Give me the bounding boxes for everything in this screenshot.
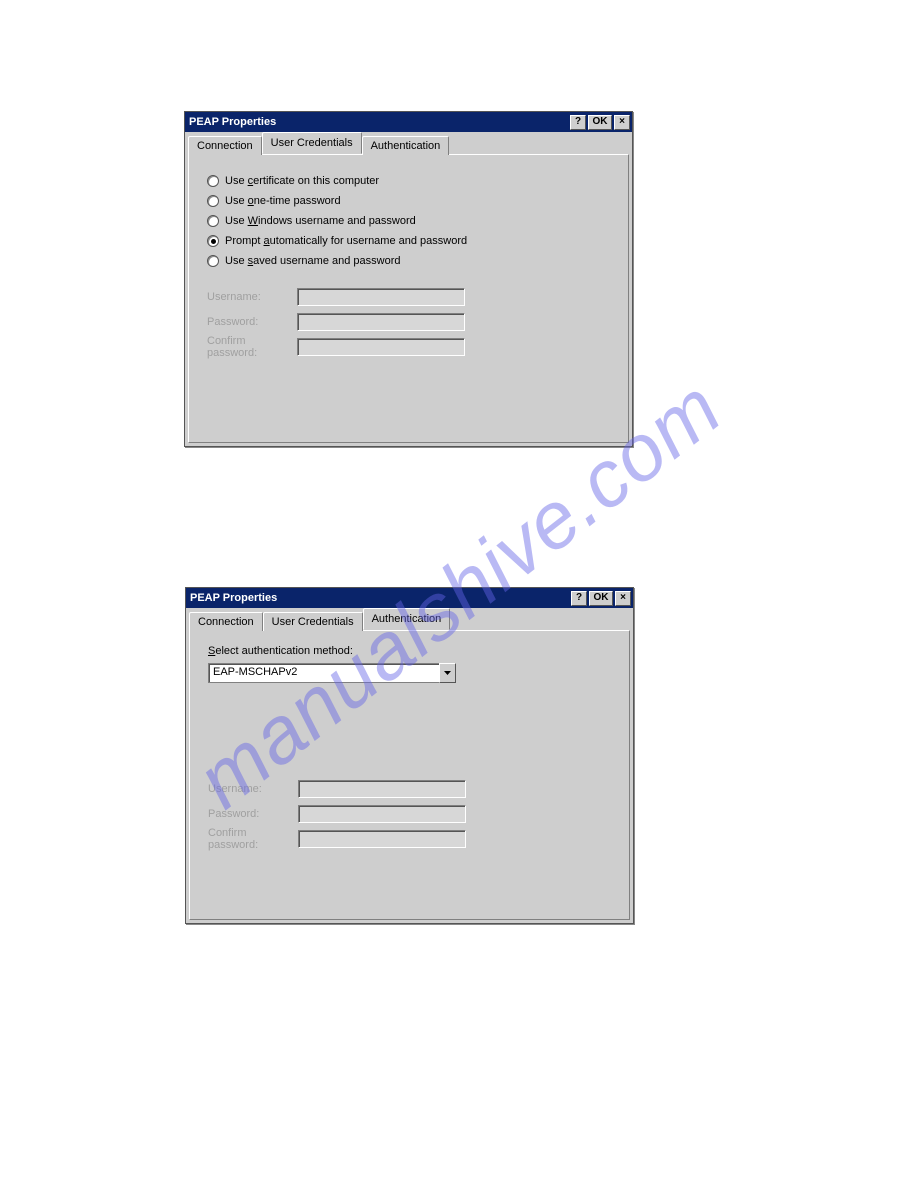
credential-fields: Username: Password: Confirm password: bbox=[207, 287, 610, 357]
help-button[interactable]: ? bbox=[570, 115, 586, 130]
radio-label: Use certificate on this computer bbox=[225, 175, 379, 187]
radio-icon bbox=[207, 175, 219, 187]
password-label: Password: bbox=[207, 316, 297, 328]
tab-authentication[interactable]: Authentication bbox=[362, 136, 450, 155]
close-button[interactable]: × bbox=[614, 115, 630, 130]
radio-icon bbox=[207, 195, 219, 207]
radio-icon bbox=[207, 235, 219, 247]
auth-method-dropdown[interactable]: EAP-MSCHAPv2 bbox=[208, 663, 456, 683]
title-bar: PEAP Properties ? OK × bbox=[185, 112, 632, 132]
confirm-password-label: Confirm password: bbox=[208, 827, 298, 851]
radio-label: Use saved username and password bbox=[225, 255, 401, 267]
tab-strip: Connection User Credentials Authenticati… bbox=[185, 132, 632, 154]
radio-label: Use one-time password bbox=[225, 195, 341, 207]
username-input bbox=[298, 780, 466, 798]
confirm-row: Confirm password: bbox=[208, 829, 611, 849]
help-button[interactable]: ? bbox=[571, 591, 587, 606]
confirm-password-label: Confirm password: bbox=[207, 335, 297, 359]
password-label: Password: bbox=[208, 808, 298, 820]
tab-user-credentials[interactable]: User Credentials bbox=[263, 612, 363, 631]
radio-prompt-auto[interactable]: Prompt automatically for username and pa… bbox=[207, 233, 610, 249]
radio-windows-creds[interactable]: Use Windows username and password bbox=[207, 213, 610, 229]
peap-properties-dialog-1: PEAP Properties ? OK × Connection User C… bbox=[184, 111, 633, 447]
title-bar: PEAP Properties ? OK × bbox=[186, 588, 633, 608]
confirm-password-input bbox=[297, 338, 465, 356]
tab-panel: Select authentication method: EAP-MSCHAP… bbox=[189, 630, 630, 920]
tab-authentication[interactable]: Authentication bbox=[363, 608, 451, 630]
tab-panel: Use certificate on this computer Use one… bbox=[188, 154, 629, 443]
username-input bbox=[297, 288, 465, 306]
window-title: PEAP Properties bbox=[189, 116, 568, 128]
username-row: Username: bbox=[208, 779, 611, 799]
dropdown-value: EAP-MSCHAPv2 bbox=[208, 663, 439, 683]
username-label: Username: bbox=[208, 783, 298, 795]
password-row: Password: bbox=[207, 312, 610, 332]
password-row: Password: bbox=[208, 804, 611, 824]
password-input bbox=[298, 805, 466, 823]
chevron-down-icon[interactable] bbox=[439, 663, 456, 683]
radio-one-time-password[interactable]: Use one-time password bbox=[207, 193, 610, 209]
username-row: Username: bbox=[207, 287, 610, 307]
tab-connection[interactable]: Connection bbox=[189, 612, 263, 631]
confirm-password-input bbox=[298, 830, 466, 848]
radio-use-certificate[interactable]: Use certificate on this computer bbox=[207, 173, 610, 189]
ok-button[interactable]: OK bbox=[589, 591, 613, 606]
peap-properties-dialog-2: PEAP Properties ? OK × Connection User C… bbox=[185, 587, 634, 924]
auth-method-label: Select authentication method: bbox=[208, 645, 611, 657]
credential-fields: Username: Password: Confirm password: bbox=[208, 779, 611, 849]
window-title: PEAP Properties bbox=[190, 592, 569, 604]
tab-connection[interactable]: Connection bbox=[188, 136, 262, 155]
radio-icon bbox=[207, 255, 219, 267]
tab-user-credentials[interactable]: User Credentials bbox=[262, 132, 362, 154]
radio-icon bbox=[207, 215, 219, 227]
radio-label: Prompt automatically for username and pa… bbox=[225, 235, 467, 247]
close-button[interactable]: × bbox=[615, 591, 631, 606]
tab-strip: Connection User Credentials Authenticati… bbox=[186, 608, 633, 630]
radio-saved-creds[interactable]: Use saved username and password bbox=[207, 253, 610, 269]
username-label: Username: bbox=[207, 291, 297, 303]
radio-label: Use Windows username and password bbox=[225, 215, 416, 227]
password-input bbox=[297, 313, 465, 331]
ok-button[interactable]: OK bbox=[588, 115, 612, 130]
confirm-row: Confirm password: bbox=[207, 337, 610, 357]
